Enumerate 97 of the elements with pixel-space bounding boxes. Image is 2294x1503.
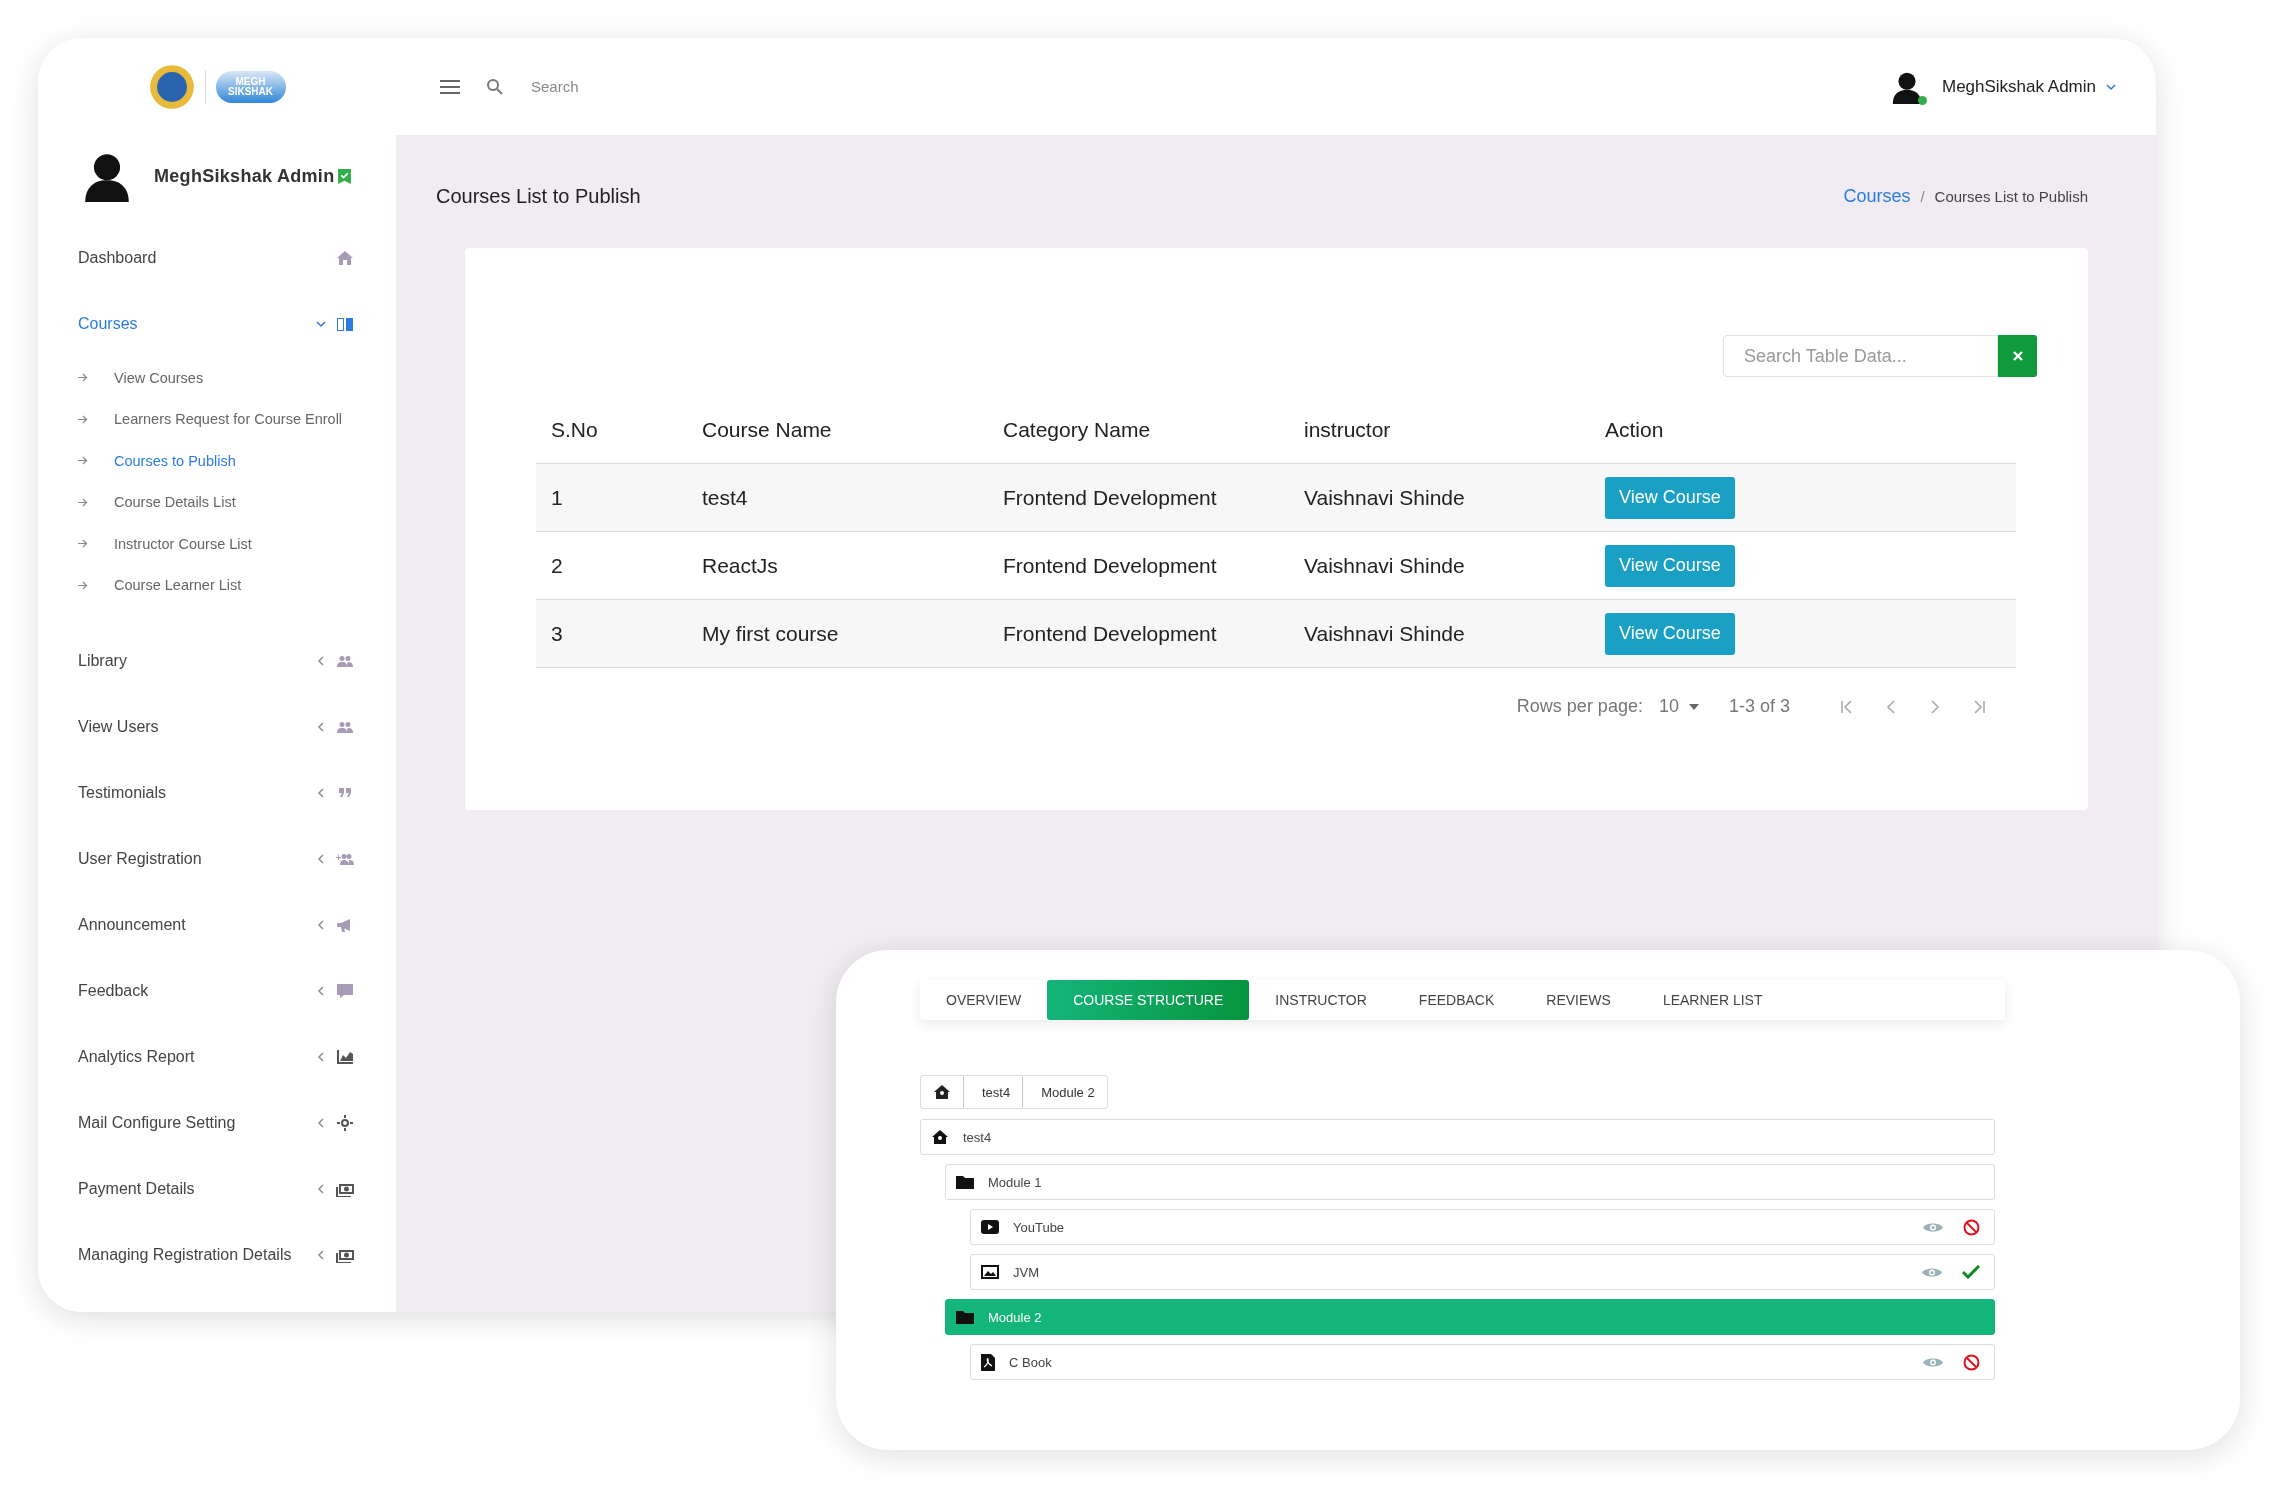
previous-page-icon[interactable]	[1884, 699, 1898, 714]
folder-icon	[956, 1175, 974, 1189]
table-cell: Vaishnavi Shinde	[1289, 463, 1590, 532]
breadcrumb-separator: /	[1920, 188, 1925, 205]
sidebar-item[interactable]: Announcement	[78, 892, 310, 958]
play-icon	[981, 1220, 999, 1234]
home-icon	[336, 250, 354, 266]
adduser-icon	[336, 851, 354, 867]
image-icon	[981, 1265, 999, 1279]
breadcrumb-current: Courses List to Publish	[1934, 188, 2088, 205]
sidebar-subitem[interactable]: Course Details List	[78, 481, 396, 523]
arrow-right-icon	[78, 456, 88, 466]
column-header: Category Name	[988, 397, 1289, 464]
rows-per-page-label: Rows per page:	[1516, 696, 1643, 717]
menu-icon[interactable]	[440, 78, 460, 95]
table-cell: test4	[687, 463, 988, 532]
path-item[interactable]: Module 2	[1022, 1076, 1095, 1108]
chevron-down-icon[interactable]	[2106, 82, 2116, 91]
table-cell: Vaishnavi Shinde	[1289, 599, 1590, 668]
page-title: Courses List to Publish	[436, 185, 641, 208]
sidebar-item[interactable]: User Registration	[78, 826, 310, 892]
path-item[interactable]: test4	[963, 1076, 1011, 1108]
tree-row[interactable]: Module 1	[945, 1164, 1995, 1200]
home-icon	[931, 1129, 949, 1145]
first-page-icon[interactable]	[1840, 699, 1854, 714]
check-icon[interactable]	[1962, 1265, 1980, 1279]
column-header: S.No	[536, 397, 687, 464]
money-icon	[336, 1181, 354, 1197]
pdf-file-icon	[981, 1353, 995, 1371]
table-cell: Frontend Development	[988, 599, 1289, 668]
clear-button[interactable]	[1998, 335, 2037, 377]
home-icon[interactable]	[933, 1084, 951, 1100]
tree-row[interactable]: C Book	[970, 1344, 1995, 1380]
table-search-field[interactable]: Search Table Data...	[1723, 335, 1998, 377]
arrow-right-icon	[78, 373, 88, 383]
last-page-icon[interactable]	[1972, 699, 1986, 714]
table-cell: My first course	[687, 599, 988, 668]
table-cell: Frontend Development	[988, 463, 1289, 532]
table-cell: Frontend Development	[988, 531, 1289, 600]
column-header: Action	[1590, 397, 2016, 464]
tab[interactable]: INSTRUCTOR	[1249, 980, 1393, 1020]
tree-row[interactable]: YouTube	[970, 1209, 1995, 1245]
book-icon	[336, 316, 354, 332]
ban-icon[interactable]	[1963, 1353, 1980, 1371]
arrow-right-icon	[78, 497, 88, 507]
emblem-logo-icon	[148, 63, 195, 110]
next-page-icon[interactable]	[1928, 699, 1942, 714]
ban-icon[interactable]	[1963, 1218, 1980, 1236]
sidebar-subitem[interactable]: View Courses	[78, 357, 396, 399]
eye-icon[interactable]	[1923, 1355, 1943, 1369]
rows-per-page-select[interactable]: 10	[1658, 696, 1699, 717]
folder-icon	[956, 1310, 974, 1324]
sidebar-item[interactable]: Mail Configure Setting	[78, 1090, 310, 1156]
people-icon	[336, 653, 354, 669]
arrow-right-icon	[78, 580, 88, 590]
sidebar-item[interactable]: Payment Details	[78, 1156, 310, 1222]
tab[interactable]: REVIEWS	[1520, 980, 1637, 1020]
caret-down-icon	[1688, 703, 1699, 710]
table-cell: 3	[536, 599, 687, 668]
close-icon	[2011, 350, 2024, 362]
tab[interactable]: OVERVIEW	[920, 980, 1048, 1020]
money-icon	[336, 1247, 354, 1263]
tab[interactable]: FEEDBACK	[1392, 980, 1521, 1020]
table-cell: 2	[536, 531, 687, 600]
sidebar-item[interactable]: Analytics Report	[78, 1024, 310, 1090]
sidebar-item[interactable]: Library	[78, 628, 310, 694]
sidebar-subitem[interactable]: Course Learner List	[78, 564, 396, 606]
sidebar-subitem[interactable]: Instructor Course List	[78, 523, 396, 565]
table-cell: ReactJs	[687, 531, 988, 600]
column-header: Course Name	[687, 397, 988, 464]
page-range: 1-3 of 3	[1728, 696, 1790, 717]
search-icon[interactable]	[486, 78, 503, 95]
eye-icon[interactable]	[1922, 1265, 1942, 1279]
tab[interactable]: LEARNER LIST	[1636, 980, 1789, 1020]
sidebar-item[interactable]: Feedback	[78, 958, 310, 1024]
column-header: instructor	[1289, 397, 1590, 464]
chat-icon	[336, 983, 354, 999]
table-cell: Vaishnavi Shinde	[1289, 531, 1590, 600]
table-cell: 1	[536, 463, 687, 532]
sidebar-item[interactable]: Testimonials	[78, 760, 310, 826]
sidebar-subitem[interactable]: Learners Request for Course Enroll	[78, 398, 396, 440]
tree-row[interactable]: test4	[920, 1119, 1995, 1155]
user-menu[interactable]: MeghSikshak Admin	[1941, 76, 2096, 97]
tree-row[interactable]: JVM	[970, 1254, 1995, 1290]
breadcrumb-link[interactable]: Courses	[1843, 186, 1911, 207]
sidebar-item[interactable]: Managing Registration Details	[78, 1222, 310, 1288]
cloud-logo: MEGH SIKSHAK	[215, 70, 286, 103]
chart-icon	[336, 1049, 354, 1065]
sidebar-item[interactable]: Dashboard	[78, 225, 310, 291]
sidebar-item[interactable]: View Users	[78, 694, 310, 760]
arrow-right-icon	[78, 539, 88, 549]
sidebar-subitem[interactable]: Courses to Publish	[78, 440, 396, 482]
people-icon	[336, 719, 354, 735]
sidebar-item[interactable]: Courses	[78, 291, 310, 357]
arrow-right-icon	[78, 414, 88, 424]
eye-icon[interactable]	[1923, 1220, 1943, 1234]
profile-name: MeghSikshak Admin	[154, 165, 335, 187]
